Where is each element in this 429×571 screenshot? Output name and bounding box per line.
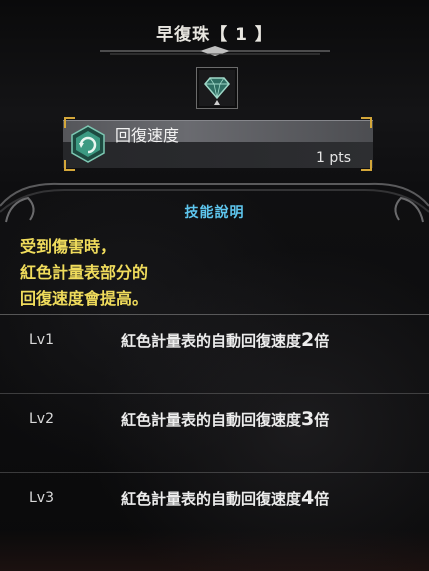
decoration-jewel-icon [204,77,230,105]
skill-entry[interactable]: 回復速度 1 pts [63,116,373,172]
level-label: Lv3 [29,490,54,506]
level-multiplier: 4 [301,487,315,509]
decoration-jewel-slot[interactable] [196,67,238,109]
bottom-background [0,530,429,571]
level-label: Lv2 [29,411,54,427]
level-effect: 紅色計量表的自動回復速度4倍 [121,487,330,509]
skill-name: 回復速度 [115,126,180,145]
level-list: Lv1 紅色計量表的自動回復速度2倍 Lv2 紅色計量表的自動回復速度3倍 Lv… [0,314,429,551]
skill-description: 受到傷害時， 紅色計量表部分的 回復速度會提高。 [20,234,410,312]
recovery-speed-skill-icon [71,125,105,163]
description-line: 受到傷害時， [20,237,117,256]
section-title: 技能說明 [184,205,245,221]
level-row: Lv1 紅色計量表的自動回復速度2倍 [0,314,429,393]
page-title: 早復珠【 1 】 [156,25,273,45]
level-multiplier: 2 [301,329,315,351]
level-effect: 紅色計量表的自動回復速度3倍 [121,408,330,430]
level-label: Lv1 [29,332,54,348]
description-line: 回復速度會提高。 [20,289,149,308]
description-line: 紅色計量表部分的 [20,263,149,282]
level-effect: 紅色計量表的自動回復速度2倍 [121,329,330,351]
skill-detail-panel: 早復珠【 1 】 回復速度 1 pts 技能說明 受到傷害時， 紅色計量表部分的… [0,0,429,571]
skill-points: 1 pts [315,150,351,166]
level-row: Lv2 紅色計量表的自動回復速度3倍 [0,393,429,472]
title-ornament [100,46,330,56]
level-multiplier: 3 [301,408,315,430]
